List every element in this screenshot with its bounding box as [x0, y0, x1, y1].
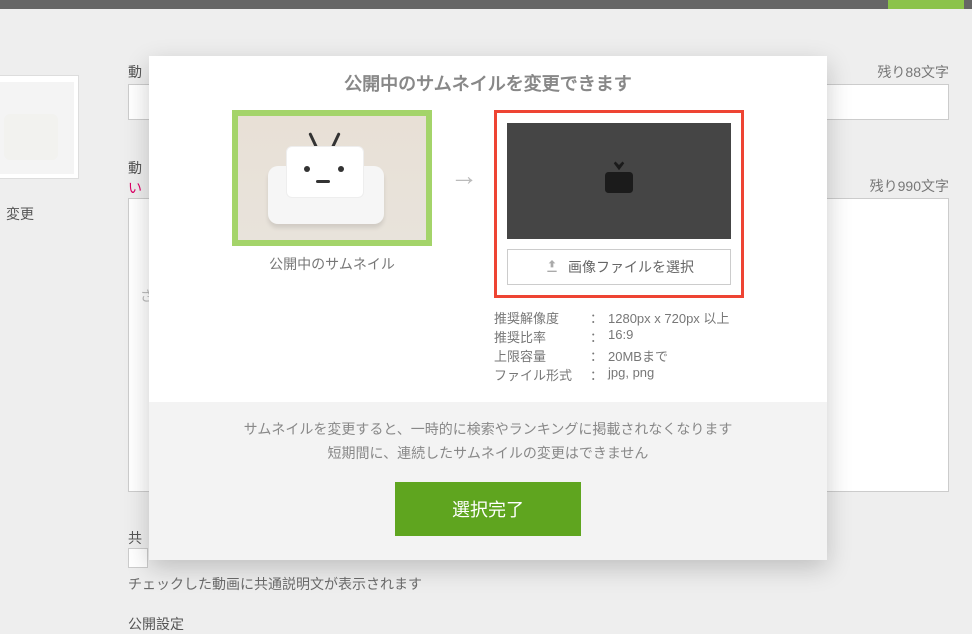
spec-ratio-val: 16:9	[608, 327, 633, 346]
bg-shared-label: 共	[128, 528, 142, 548]
spec-ratio-key: 推奨比率	[494, 327, 590, 346]
bg-shared-checkbox[interactable]	[128, 548, 148, 568]
spec-res-key: 推奨解像度	[494, 308, 590, 327]
upload-placeholder	[507, 123, 731, 239]
current-thumbnail-caption: 公開中のサムネイル	[232, 254, 432, 274]
app-topbar	[0, 0, 972, 9]
spec-size-key: 上限容量	[494, 346, 590, 365]
spec-size-val: 20MBまで	[608, 346, 668, 365]
bg-label-title: 動	[128, 62, 142, 82]
current-thumbnail-column: 公開中のサムネイル	[232, 110, 432, 274]
bg-check-note: チェックした動画に共通説明文が表示されます	[128, 574, 422, 594]
bg-desc-hint: い	[128, 178, 142, 198]
upload-highlight-box: 画像ファイルを選択	[494, 110, 744, 298]
spec-res-val: 1280px x 720px 以上	[608, 308, 729, 327]
bg-desc-counter: 残り990文字	[870, 176, 949, 196]
current-thumbnail-image	[238, 116, 426, 240]
current-thumbnail-frame	[232, 110, 432, 246]
bg-sidebar-change[interactable]: 変更	[6, 204, 34, 224]
modal-note-line1: サムネイルを変更すると、一時的に検索やランキングに掲載されなくなります	[169, 418, 807, 442]
select-image-label: 画像ファイルを選択	[568, 257, 694, 277]
spec-fmt-key: ファイル形式	[494, 365, 590, 384]
spec-fmt-val: jpg, png	[608, 365, 654, 384]
bg-label-desc: 動	[128, 158, 142, 178]
tv-icon	[598, 158, 640, 205]
new-thumbnail-column: 画像ファイルを選択 推奨解像度：1280px x 720px 以上 推奨比率：1…	[494, 110, 744, 384]
modal-title: 公開中のサムネイルを変更できます	[149, 70, 827, 96]
bg-publish-setting: 公開設定	[128, 614, 184, 634]
spec-list: 推奨解像度：1280px x 720px 以上 推奨比率：16:9 上限容量：2…	[494, 308, 744, 384]
bg-title-counter: 残り88文字	[877, 62, 949, 82]
arrow-right-icon: →	[450, 160, 476, 192]
modal-footer: サムネイルを変更すると、一時的に検索やランキングに掲載されなくなります 短期間に…	[149, 402, 827, 560]
modal-note-line2: 短期間に、連続したサムネイルの変更はできません	[169, 442, 807, 466]
upload-icon	[544, 258, 560, 277]
submit-button[interactable]: 選択完了	[395, 482, 581, 536]
select-image-button[interactable]: 画像ファイルを選択	[507, 249, 731, 285]
thumbnail-change-modal: 公開中のサムネイルを変更できます 公開中のサムネイル →	[149, 56, 827, 560]
bg-video-thumb	[0, 75, 79, 179]
